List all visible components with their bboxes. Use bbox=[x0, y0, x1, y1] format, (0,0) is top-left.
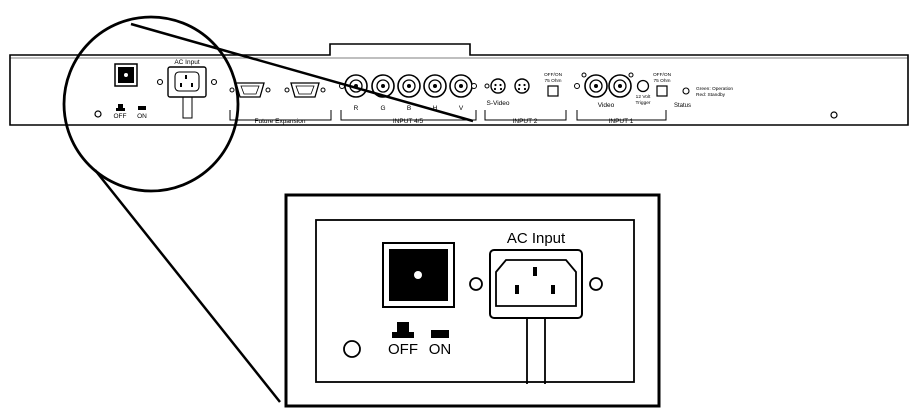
screw-hole bbox=[830, 111, 838, 119]
detail-off-label: OFF bbox=[388, 341, 418, 358]
bnc-connector-video-1[interactable] bbox=[584, 74, 608, 98]
label-g: G bbox=[380, 105, 385, 112]
status-label: Status bbox=[674, 103, 691, 109]
bnc-connector-h[interactable] bbox=[423, 74, 447, 98]
detail-on-label: ON bbox=[429, 341, 452, 358]
bnc-connector-b[interactable] bbox=[397, 74, 421, 98]
input2-ohm-label: 75 Ohm bbox=[544, 78, 561, 84]
video-label: Video bbox=[598, 102, 615, 109]
detail-ac-input-socket[interactable] bbox=[489, 249, 583, 319]
power-switch[interactable] bbox=[114, 63, 138, 87]
status-led bbox=[682, 87, 690, 95]
status-red-label: Red: Standby bbox=[696, 92, 726, 98]
detail-power-switch[interactable] bbox=[382, 242, 455, 308]
off-label: OFF bbox=[114, 113, 127, 120]
future-expansion-port-2[interactable] bbox=[284, 82, 326, 98]
rear-panel-diagram: OFF ON AC Input Future Expansion R G B H… bbox=[9, 15, 909, 408]
label-v: V bbox=[459, 105, 464, 112]
trigger-label-line1: 12 Volt bbox=[636, 94, 651, 100]
off-symbol-icon bbox=[118, 104, 123, 108]
input-4-5-label: INPUT 4/5 bbox=[393, 118, 424, 125]
input1-offon-label: OFF/ON bbox=[653, 72, 672, 78]
svideo-label: S-Video bbox=[486, 100, 509, 107]
detail-view: OFF ON AC Input bbox=[284, 193, 661, 408]
detail-off-symbol-icon bbox=[397, 322, 409, 332]
trigger-jack[interactable] bbox=[636, 79, 650, 93]
magnifier-circle bbox=[62, 15, 240, 193]
on-label: ON bbox=[137, 113, 147, 120]
input1-ohm-label: 75 Ohm bbox=[653, 78, 670, 84]
bnc-connector-v[interactable] bbox=[449, 74, 473, 98]
svideo-connector-1[interactable] bbox=[490, 78, 506, 94]
svideo-connector-2[interactable] bbox=[514, 78, 530, 94]
label-r: R bbox=[354, 105, 359, 112]
detail-screw-hole bbox=[343, 340, 361, 358]
screw-hole bbox=[94, 110, 102, 118]
input2-termination-switch[interactable] bbox=[547, 85, 559, 97]
label-b: B bbox=[407, 105, 411, 112]
input1-termination-switch[interactable] bbox=[656, 85, 668, 97]
input-2-label: INPUT 2 bbox=[513, 118, 538, 125]
status-green-label: Green: Operation bbox=[696, 86, 733, 92]
input-1-label: INPUT 1 bbox=[609, 118, 634, 125]
trigger-label-line2: Trigger bbox=[635, 100, 650, 106]
callout-line-bottom bbox=[94, 169, 281, 403]
on-symbol-icon bbox=[138, 106, 146, 110]
ac-input-label: AC Input bbox=[174, 59, 199, 66]
future-expansion-label: Future Expansion bbox=[255, 118, 306, 125]
detail-on-symbol-icon bbox=[431, 330, 449, 338]
bnc-connector-video-2[interactable] bbox=[608, 74, 632, 98]
detail-ac-input-label: AC Input bbox=[507, 230, 566, 247]
input2-offon-label: OFF/ON bbox=[544, 72, 563, 78]
ac-input-socket[interactable]: AC Input bbox=[167, 59, 207, 98]
